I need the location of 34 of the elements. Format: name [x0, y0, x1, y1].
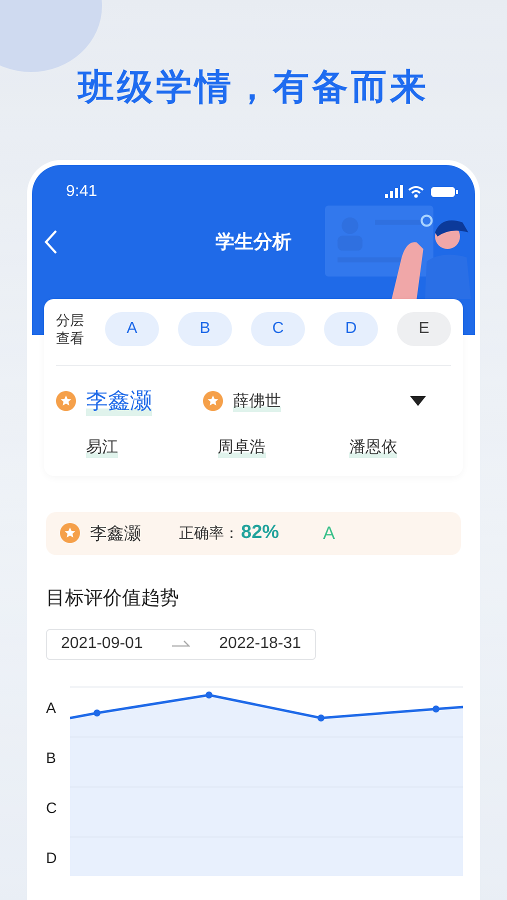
axis-label: A [46, 700, 58, 719]
axis-label: B [46, 750, 58, 769]
axis-label: D [46, 850, 58, 869]
data-point [432, 706, 440, 712]
start-date: 2021-09-01 [61, 635, 143, 654]
date-range-field[interactable]: 2021-09-01 2022-18-31 [46, 628, 316, 660]
student-name[interactable]: 潘恩依 [349, 436, 398, 458]
layer-chip[interactable]: C [251, 312, 305, 346]
status-time: 9:41 [66, 183, 98, 201]
accuracy-label: 正确率： [179, 524, 239, 543]
filter-label: 分层查看 [56, 311, 85, 347]
data-point [318, 714, 324, 722]
layer-chip[interactable]: E [397, 312, 451, 346]
layer-chip[interactable]: A [105, 312, 159, 346]
grade-value: A [323, 522, 336, 544]
accuracy-value: 82% [241, 522, 280, 544]
battery-icon [431, 187, 458, 197]
dropdown-caret-icon[interactable] [410, 396, 426, 406]
end-date: 2022-18-31 [219, 635, 301, 654]
student-name[interactable]: 薛佛世 [233, 390, 281, 412]
wifi-icon [408, 186, 424, 198]
signal-icon [385, 185, 403, 198]
student-name: 李鑫灏 [90, 522, 141, 545]
layer-chip[interactable]: D [324, 312, 378, 346]
data-point [94, 710, 100, 716]
page-title: 学生分析 [216, 231, 292, 255]
section-title: 目标评价值趋势 [46, 586, 180, 611]
headline: 班级学情，有备而来 [76, 65, 430, 109]
student-name[interactable]: 易江 [86, 436, 118, 458]
layer-chip[interactable]: B [178, 312, 232, 346]
back-icon[interactable] [44, 229, 58, 255]
data-point [206, 692, 212, 698]
student-name[interactable]: 周卓浩 [218, 436, 266, 458]
axis-label: C [46, 800, 58, 819]
